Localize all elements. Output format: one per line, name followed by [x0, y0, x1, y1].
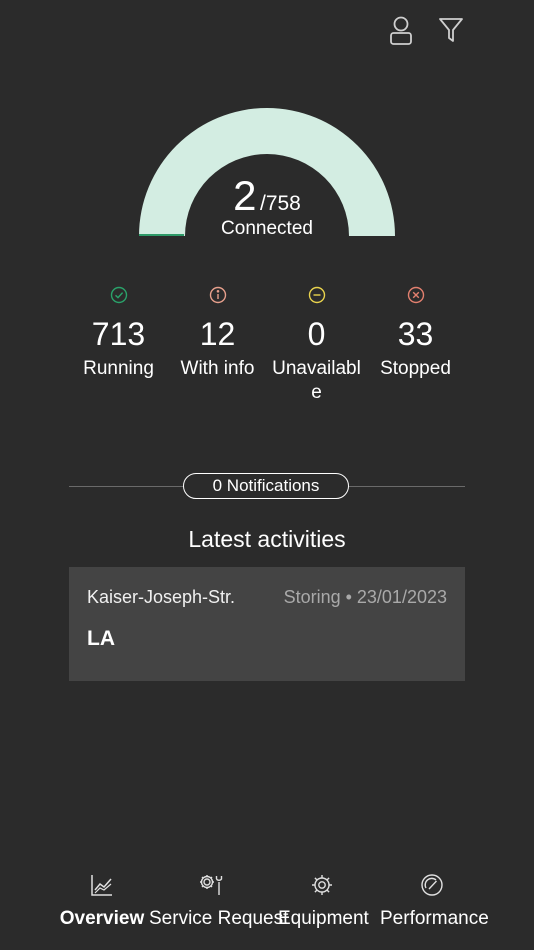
stat-running[interactable]: 713 Running: [69, 286, 168, 405]
gear-icon: [312, 875, 332, 895]
gear-wrench-icon: [200, 875, 223, 895]
stat-value: 0: [307, 316, 326, 352]
latest-activities-title: Latest activities: [188, 526, 346, 552]
filter-icon: [439, 18, 463, 42]
filter-button[interactable]: [434, 12, 468, 48]
user-icon: [390, 16, 412, 45]
stat-label: With info: [180, 358, 255, 379]
activity-meta: Storing • 23/01/2023: [283, 587, 447, 607]
nav-performance[interactable]: Performance: [380, 868, 489, 930]
profile-button[interactable]: [384, 12, 418, 48]
activity-location: Kaiser-Joseph-Str.: [87, 587, 236, 607]
stat-stopped[interactable]: 33 Stopped: [366, 286, 465, 405]
connected-count: 2/758: [0, 172, 534, 220]
nav-overview[interactable]: Overview: [58, 868, 146, 930]
stat-value: 713: [91, 316, 146, 352]
nav-label: Performance: [380, 908, 489, 929]
minus-circle-icon: [308, 286, 325, 304]
stat-label: Running: [83, 358, 154, 379]
check-circle-icon: [110, 286, 127, 304]
nav-label: Equipment: [278, 908, 369, 929]
stat-with-info[interactable]: 12 With info: [168, 286, 267, 405]
connected-label: Connected: [221, 218, 313, 239]
x-circle-icon: [407, 286, 424, 304]
activity-code: LA: [87, 627, 115, 650]
nav-label: Service Request: [149, 908, 289, 929]
notifications-button[interactable]: 0 Notifications: [183, 473, 349, 499]
stat-value: 12: [199, 316, 236, 352]
nav-label: Overview: [59, 908, 145, 929]
info-circle-icon: [209, 286, 226, 304]
chart-line-icon: [91, 875, 112, 896]
stat-label: Stopped: [380, 358, 451, 379]
connected-value: 2: [233, 172, 257, 219]
total-value: /758: [259, 192, 301, 215]
nav-service-request[interactable]: Service Request: [149, 868, 289, 930]
bottom-nav: Overview Service Request Equipment Perfo…: [0, 868, 534, 938]
stat-label: Unavailable: [272, 358, 361, 403]
stat-value: 33: [397, 316, 434, 352]
nav-equipment[interactable]: Equipment: [278, 868, 369, 930]
speedometer-icon: [421, 874, 443, 896]
activity-card[interactable]: Kaiser-Joseph-Str. Storing • 23/01/2023 …: [69, 567, 465, 681]
status-summary: 713 Running 12 With info 0 Unavailable 3…: [69, 286, 465, 405]
stat-unavailable[interactable]: 0 Unavailable: [267, 286, 366, 405]
